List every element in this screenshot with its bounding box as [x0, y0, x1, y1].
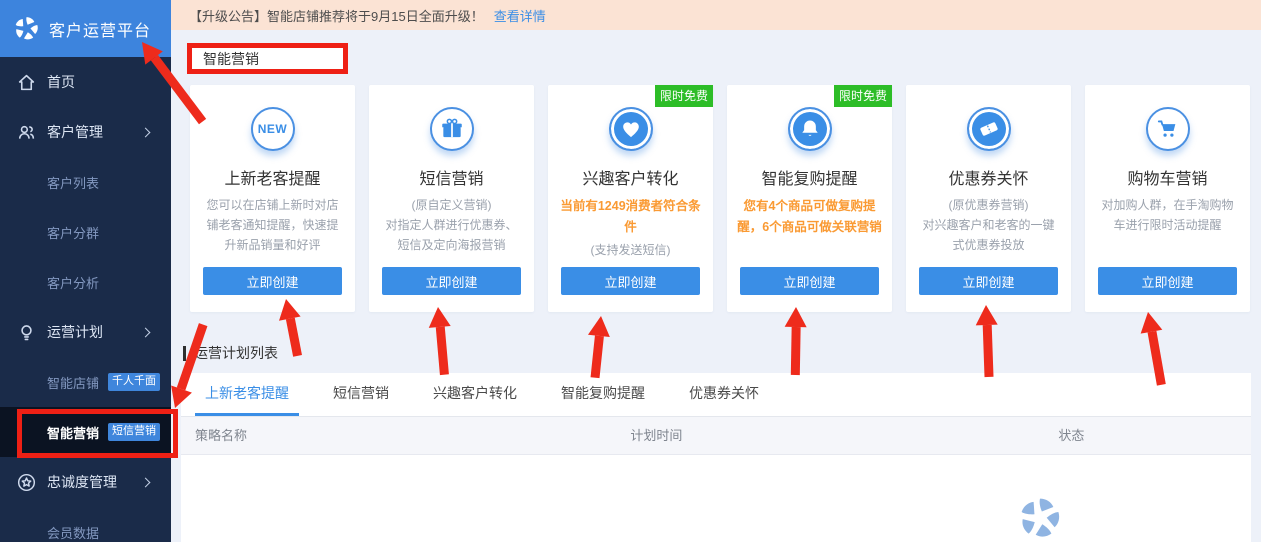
card-title: 兴趣客户转化 — [548, 165, 713, 189]
table-header: 策略名称 计划时间 状态 — [181, 417, 1251, 455]
tab-new-arrival-reminder[interactable]: 上新老客提醒 — [195, 373, 299, 416]
column-strategy-name: 策略名称 — [195, 417, 247, 455]
new-icon: NEW — [251, 107, 295, 151]
bell-icon — [788, 107, 832, 151]
card-highlight: 当前有1249消费者符合条件 — [557, 196, 704, 237]
sidebar-item-member-data[interactable]: 会员数据 — [0, 507, 171, 542]
create-now-button[interactable]: 立即创建 — [382, 267, 521, 295]
banner-text: 【升级公告】智能店铺推荐将于9月15日全面升级！ — [189, 6, 484, 25]
home-icon — [17, 73, 36, 92]
upgrade-notice-banner: 【升级公告】智能店铺推荐将于9月15日全面升级！ 查看详情 — [171, 0, 1261, 30]
sidebar-badge: 千人千面 — [108, 373, 160, 390]
sidebar-item-label: 客户管理 — [47, 122, 103, 142]
tab-sms-marketing[interactable]: 短信营销 — [323, 373, 399, 416]
star-icon — [17, 473, 36, 492]
app-title: 客户运营平台 — [49, 17, 151, 41]
sidebar-item-smart-shop[interactable]: 智能店铺 千人千面 — [0, 357, 171, 407]
card-description: 对加购人群，在手淘购物车进行限时活动提醒 — [1096, 196, 1239, 236]
create-now-button[interactable]: 立即创建 — [203, 267, 342, 295]
column-status: 状态 — [1058, 417, 1084, 455]
plan-list-title: 运营计划列表 — [183, 343, 278, 363]
loading-spinner-icon — [1017, 495, 1063, 541]
sidebar-item-label: 客户列表 — [47, 173, 99, 192]
chevron-right-icon — [141, 127, 151, 137]
plan-tabs: 上新老客提醒 短信营销 兴趣客户转化 智能复购提醒 优惠券关怀 — [181, 373, 1251, 417]
card-title: 智能复购提醒 — [727, 165, 892, 189]
card-coupon-care: 优惠券关怀 (原优惠券营销) 对兴趣客户和老客的一键式优惠券投放 立即创建 — [906, 85, 1071, 312]
card-title: 上新老客提醒 — [190, 165, 355, 189]
card-subtitle: (原优惠券营销) — [906, 196, 1071, 216]
bulb-icon — [17, 323, 36, 342]
sidebar-item-label: 客户分析 — [47, 273, 99, 292]
create-now-button[interactable]: 立即创建 — [561, 267, 700, 295]
card-title: 优惠券关怀 — [906, 165, 1071, 189]
sidebar-item-label: 运营计划 — [47, 322, 103, 342]
card-description: 您可以在店铺上新时对店铺老客通知提醒，快速提升新品销量和好评 — [201, 196, 344, 255]
card-cart-marketing: 购物车营销 对加购人群，在手淘购物车进行限时活动提醒 立即创建 — [1085, 85, 1250, 312]
create-now-button[interactable]: 立即创建 — [1098, 267, 1237, 295]
main-content: 智能营销 NEW 上新老客提醒 您可以在店铺上新时对店铺老客通知提醒，快速提升新… — [171, 30, 1261, 542]
feature-cards: NEW 上新老客提醒 您可以在店铺上新时对店铺老客通知提醒，快速提升新品销量和好… — [190, 85, 1250, 312]
tab-repurchase-reminder[interactable]: 智能复购提醒 — [551, 373, 655, 416]
title-bar-decoration — [183, 346, 186, 361]
sidebar-item-loyalty-management[interactable]: 忠诚度管理 — [0, 457, 171, 507]
cart-icon — [1146, 107, 1190, 151]
sidebar-item-label: 首页 — [47, 72, 75, 92]
card-title: 购物车营销 — [1085, 165, 1250, 189]
card-highlight: 您有4个商品可做复购提醒，6个商品可做关联营销 — [736, 196, 883, 237]
card-sms-marketing: 短信营销 (原自定义营销) 对指定人群进行优惠券、短信及定向海报营销 立即创建 — [369, 85, 534, 312]
sidebar-badge: 短信营销 — [108, 423, 160, 440]
limited-free-badge: 限时免费 — [655, 85, 713, 107]
view-details-link[interactable]: 查看详情 — [494, 6, 546, 25]
create-now-button[interactable]: 立即创建 — [740, 267, 879, 295]
sidebar-item-smart-marketing[interactable]: 智能营销 短信营销 — [0, 407, 171, 457]
pinwheel-logo-icon — [13, 15, 40, 42]
gift-icon — [430, 107, 474, 151]
sidebar-item-customer-analysis[interactable]: 客户分析 — [0, 257, 171, 307]
sidebar-item-home[interactable]: 首页 — [0, 57, 171, 107]
sidebar-item-label: 智能营销 — [47, 423, 99, 442]
card-repurchase-reminder: 限时免费 智能复购提醒 您有4个商品可做复购提醒，6个商品可做关联营销 立即创建 — [727, 85, 892, 312]
chevron-right-icon — [141, 327, 151, 337]
sidebar-item-operation-plan[interactable]: 运营计划 — [0, 307, 171, 357]
sidebar-menu: 首页 客户管理 客户列表 客户分群 客户分析 运营计划 智能店铺 千人千面 — [0, 57, 171, 542]
plan-list-title-label: 运营计划列表 — [194, 343, 278, 363]
sidebar-item-label: 客户分群 — [47, 223, 99, 242]
app-logo[interactable]: 客户运营平台 — [0, 0, 171, 57]
page-title: 智能营销 — [187, 43, 348, 74]
limited-free-badge: 限时免费 — [834, 85, 892, 107]
sidebar-item-customer-management[interactable]: 客户管理 — [0, 107, 171, 157]
card-subtitle: (原自定义营销) — [369, 196, 534, 216]
sidebar-item-customer-segment[interactable]: 客户分群 — [0, 207, 171, 257]
heart-icon — [609, 107, 653, 151]
card-new-arrival-reminder: NEW 上新老客提醒 您可以在店铺上新时对店铺老客通知提醒，快速提升新品销量和好… — [190, 85, 355, 312]
plan-list-panel: 上新老客提醒 短信营销 兴趣客户转化 智能复购提醒 优惠券关怀 策略名称 计划时… — [181, 373, 1251, 542]
create-now-button[interactable]: 立即创建 — [919, 267, 1058, 295]
card-title: 短信营销 — [369, 165, 534, 189]
sidebar-item-customer-list[interactable]: 客户列表 — [0, 157, 171, 207]
column-plan-time: 计划时间 — [630, 417, 682, 455]
card-note: (支持发送短信) — [548, 241, 713, 258]
sidebar: 客户运营平台 首页 客户管理 客户列表 客户分群 客户分析 — [0, 0, 171, 542]
card-description: 对指定人群进行优惠券、短信及定向海报营销 — [380, 216, 523, 256]
tab-coupon-care[interactable]: 优惠券关怀 — [679, 373, 769, 416]
page-title-label: 智能营销 — [203, 49, 259, 69]
sidebar-item-label: 智能店铺 — [47, 373, 99, 392]
sidebar-item-label: 会员数据 — [47, 523, 99, 542]
sidebar-item-label: 忠诚度管理 — [47, 472, 117, 492]
users-icon — [17, 123, 36, 142]
chevron-right-icon — [141, 477, 151, 487]
tab-interest-customer-conversion[interactable]: 兴趣客户转化 — [423, 373, 527, 416]
card-interest-customer-conversion: 限时免费 兴趣客户转化 当前有1249消费者符合条件 (支持发送短信) 立即创建 — [548, 85, 713, 312]
ticket-icon — [967, 107, 1011, 151]
card-description: 对兴趣客户和老客的一键式优惠券投放 — [917, 216, 1060, 256]
